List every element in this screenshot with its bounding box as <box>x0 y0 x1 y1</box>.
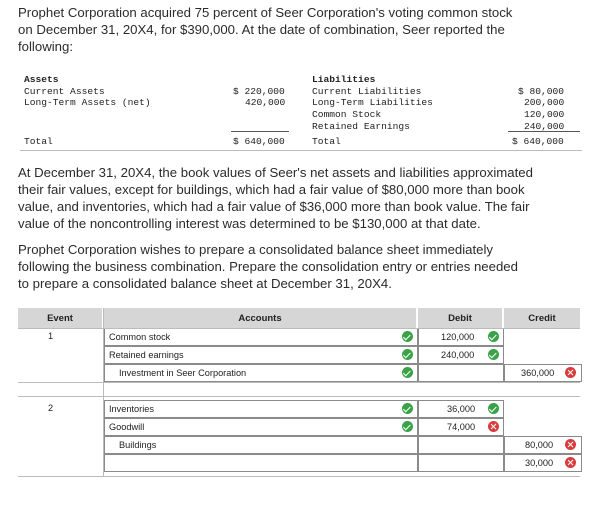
assets-header: Assets <box>24 74 59 85</box>
account-select[interactable]: Retained earnings <box>104 346 418 364</box>
debit-input[interactable] <box>418 454 504 472</box>
header-credit: Credit <box>504 308 580 328</box>
header-event: Event <box>18 308 102 328</box>
event-number: 1 <box>48 331 54 341</box>
account-label: Common stock <box>109 332 171 342</box>
journal-entry-table: Event Accounts Debit Credit 1 Common sto… <box>18 308 582 508</box>
debit-input[interactable] <box>418 364 504 382</box>
total-right-label: Total <box>312 136 341 147</box>
account-label: Goodwill <box>109 422 145 432</box>
common-stock-value: 120,000 <box>524 109 565 120</box>
account-select[interactable]: Goodwill <box>104 418 418 436</box>
divider <box>231 131 289 132</box>
current-assets-value: $ 220,000 <box>233 86 285 97</box>
lt-liab-value: 200,000 <box>524 97 565 108</box>
credit-value: 80,000 <box>525 440 554 450</box>
divider <box>18 476 580 477</box>
correct-icon <box>488 331 499 342</box>
credit-value: 360,000 <box>521 368 555 378</box>
account-select[interactable] <box>104 454 418 472</box>
header-debit: Debit <box>418 308 502 328</box>
current-liab-label: Current Liabilities <box>312 86 422 97</box>
paragraph-line: to prepare a consolidated balance sheet … <box>18 276 392 291</box>
account-label: Buildings <box>119 440 157 450</box>
debit-value: 74,000 <box>447 422 476 432</box>
fair-value-paragraph: At December 31, 20X4, the book values of… <box>18 164 533 232</box>
divider <box>103 308 104 476</box>
lt-assets-value: 420,000 <box>245 97 286 108</box>
incorrect-icon <box>565 457 576 468</box>
event-number: 2 <box>48 403 54 413</box>
liabilities-header: Liabilities <box>312 74 376 85</box>
account-select[interactable]: Inventories <box>104 400 418 418</box>
current-liab-value: $ 80,000 <box>518 86 565 97</box>
incorrect-icon <box>565 367 576 378</box>
instructions-paragraph: Prophet Corporation wishes to prepare a … <box>18 241 518 292</box>
account-label: Investment in Seer Corporation <box>119 368 247 378</box>
debit-value: 120,000 <box>441 332 475 342</box>
correct-icon <box>402 403 413 414</box>
correct-icon <box>488 403 499 414</box>
total-right-value: $ 640,000 <box>512 136 564 147</box>
paragraph-line: value, and inventories, which had a fair… <box>18 199 530 214</box>
correct-icon <box>402 331 413 342</box>
lt-liab-label: Long-Term Liabilities <box>312 97 433 108</box>
total-left-value: $ 640,000 <box>233 136 285 147</box>
account-label: Inventories <box>109 404 154 414</box>
paragraph-line: At December 31, 20X4, the book values of… <box>18 165 533 180</box>
account-select[interactable]: Buildings <box>104 436 418 454</box>
paragraph-line: value of the noncontrolling interest was… <box>18 216 481 231</box>
account-select[interactable]: Common stock <box>104 328 418 346</box>
total-left-label: Total <box>24 136 53 147</box>
common-stock-label: Common Stock <box>312 109 382 120</box>
correct-icon <box>402 421 413 432</box>
correct-icon <box>488 349 499 360</box>
debit-input[interactable] <box>418 436 504 454</box>
incorrect-icon <box>488 421 499 432</box>
paragraph-line: following the business combination. Prep… <box>18 259 518 274</box>
debit-value: 36,000 <box>447 404 476 414</box>
correct-icon <box>402 349 413 360</box>
header-accounts: Accounts <box>104 308 416 328</box>
debit-value: 240,000 <box>441 350 475 360</box>
account-select[interactable]: Investment in Seer Corporation <box>104 364 418 382</box>
current-assets-label: Current Assets <box>24 86 105 97</box>
paragraph-line: their fair values, except for buildings,… <box>18 182 525 197</box>
incorrect-icon <box>565 439 576 450</box>
divider <box>20 150 582 151</box>
paragraph-line: Prophet Corporation wishes to prepare a … <box>18 242 494 257</box>
credit-value: 30,000 <box>525 458 554 468</box>
divider <box>508 131 580 132</box>
lt-assets-label: Long-Term Assets (net) <box>24 97 151 108</box>
balance-sheet: Assets Current Assets Long-Term Assets (… <box>0 0 592 160</box>
correct-icon <box>402 367 413 378</box>
retained-earnings-label: Retained Earnings <box>312 121 410 132</box>
account-label: Retained earnings <box>109 350 184 360</box>
